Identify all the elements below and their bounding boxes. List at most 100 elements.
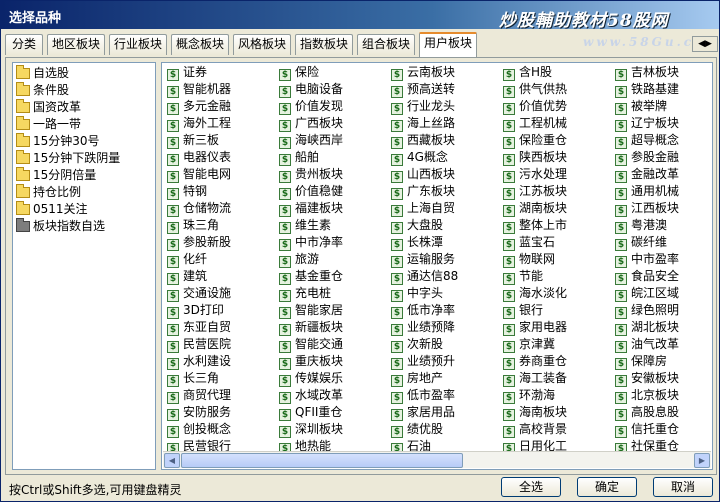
symbol-item[interactable]: $ 保障房	[615, 353, 667, 370]
tab-0[interactable]: 分类	[5, 34, 43, 55]
tree-node[interactable]: 一路一带	[16, 116, 81, 133]
symbol-item[interactable]: $ 低市净率	[391, 302, 455, 319]
symbol-item[interactable]: $ 价值发现	[279, 98, 343, 115]
symbol-item[interactable]: $ 水利建设	[167, 353, 231, 370]
symbol-item[interactable]: $ 皖江区域	[615, 285, 679, 302]
symbol-item[interactable]: $ 化纤	[167, 251, 207, 268]
symbol-item[interactable]: $ 交通设施	[167, 285, 231, 302]
symbol-item[interactable]: $ 价值优势	[503, 98, 567, 115]
symbol-item[interactable]: $ 预高送转	[391, 81, 455, 98]
symbol-item[interactable]: $ 智能交通	[279, 336, 343, 353]
symbol-item[interactable]: $ 陕西板块	[503, 149, 567, 166]
symbol-item[interactable]: $ 传媒娱乐	[279, 370, 343, 387]
symbol-item[interactable]: $ 智能电网	[167, 166, 231, 183]
symbol-item[interactable]: $ 贵州板块	[279, 166, 343, 183]
tree-node[interactable]: 15分钟下跌阴量	[16, 150, 120, 167]
symbol-item[interactable]: $ 安徽板块	[615, 370, 679, 387]
symbol-item[interactable]: $ 高校背景	[503, 421, 567, 438]
symbol-item[interactable]: $ 长株潭	[391, 234, 443, 251]
symbol-item[interactable]: $ 环渤海	[503, 387, 555, 404]
symbol-item[interactable]: $ 东亚自贸	[167, 319, 231, 336]
symbol-item[interactable]: $ 江西板块	[615, 200, 679, 217]
symbol-item[interactable]: $ 绿色照明	[615, 302, 679, 319]
symbol-item[interactable]: $ 粤港澳	[615, 217, 667, 234]
symbol-item[interactable]: $ 建筑	[167, 268, 207, 285]
symbol-item[interactable]: $ 海峡西岸	[279, 132, 343, 149]
symbol-item[interactable]: $ 重庆板块	[279, 353, 343, 370]
symbol-item[interactable]: $ 节能	[503, 268, 543, 285]
symbol-item[interactable]: $ 超导概念	[615, 132, 679, 149]
tab-2[interactable]: 行业板块	[109, 34, 167, 55]
scroll-thumb[interactable]	[181, 453, 463, 468]
tree-node[interactable]: 持仓比例	[16, 184, 81, 201]
tree-node[interactable]: 15分阴倍量	[16, 167, 96, 184]
symbol-item[interactable]: $ 物联网	[503, 251, 555, 268]
tab-7[interactable]: 用户板块	[419, 32, 477, 57]
symbol-item[interactable]: $ 京津冀	[503, 336, 555, 353]
symbol-item[interactable]: $ 食品安全	[615, 268, 679, 285]
symbol-item[interactable]: $ 中市盈率	[615, 251, 679, 268]
symbol-item[interactable]: $ 被举牌	[615, 98, 667, 115]
symbol-item[interactable]: $ 蓝宝石	[503, 234, 555, 251]
symbol-item[interactable]: $ 保险	[279, 64, 319, 81]
symbol-item[interactable]: $ 福建板块	[279, 200, 343, 217]
tree-node[interactable]: 条件股	[16, 82, 69, 99]
symbol-item[interactable]: $ 通用机械	[615, 183, 679, 200]
symbol-item[interactable]: $ 污水处理	[503, 166, 567, 183]
symbol-item[interactable]: $ 辽宁板块	[615, 115, 679, 132]
scroll-right-button[interactable]: ▶	[694, 453, 710, 468]
symbol-item[interactable]: $ 海南板块	[503, 404, 567, 421]
symbol-item[interactable]: $ 绩优股	[391, 421, 443, 438]
symbol-item[interactable]: $ 海上丝路	[391, 115, 455, 132]
symbol-item[interactable]: $ 价值稳健	[279, 183, 343, 200]
symbol-item[interactable]: $ 基金重仓	[279, 268, 343, 285]
symbol-item[interactable]: $ 北京板块	[615, 387, 679, 404]
symbol-item[interactable]: $ 水域改革	[279, 387, 343, 404]
symbol-item[interactable]: $ 券商重仓	[503, 353, 567, 370]
title-bar[interactable]: 选择品种 炒股輔助教材58股网	[1, 1, 719, 29]
symbol-item[interactable]: $ 整体上市	[503, 217, 567, 234]
symbol-item[interactable]: $ 证券	[167, 64, 207, 81]
symbol-item[interactable]: $ 旅游	[279, 251, 319, 268]
symbol-item[interactable]: $ 碳纤维	[615, 234, 667, 251]
symbol-item[interactable]: $ 新三板	[167, 132, 219, 149]
symbol-item[interactable]: $ 船舶	[279, 149, 319, 166]
symbol-item[interactable]: $ 江苏板块	[503, 183, 567, 200]
symbol-item[interactable]: $ 充电桩	[279, 285, 331, 302]
symbol-item[interactable]: $ 家居用品	[391, 404, 455, 421]
tab-scroll-arrows[interactable]: ◀▶	[692, 36, 718, 52]
symbol-item[interactable]: $ QFII重仓	[279, 404, 342, 421]
symbol-item[interactable]: $ 业绩预降	[391, 319, 455, 336]
tree-node[interactable]: 0511关注	[16, 201, 88, 218]
symbol-item[interactable]: $ 大盘股	[391, 217, 443, 234]
horizontal-scrollbar[interactable]: ◀ ▶	[163, 451, 711, 468]
symbol-item[interactable]: $ 供气供热	[503, 81, 567, 98]
symbol-item[interactable]: $3D打印	[167, 302, 224, 319]
symbol-item[interactable]: $ 云南板块	[391, 64, 455, 81]
symbol-item[interactable]: $ 金融改革	[615, 166, 679, 183]
symbol-item[interactable]: $ 仓储物流	[167, 200, 231, 217]
tree-node[interactable]: 15分钟30号	[16, 133, 100, 150]
symbol-item[interactable]: $ 智能机器	[167, 81, 231, 98]
symbol-item[interactable]: $ 海水淡化	[503, 285, 567, 302]
symbol-item[interactable]: $ 高股息股	[615, 404, 679, 421]
symbol-item[interactable]: $ 铁路基建	[615, 81, 679, 98]
symbol-item[interactable]: $ 商贸代理	[167, 387, 231, 404]
symbol-item[interactable]: $ 电器仪表	[167, 149, 231, 166]
cancel-button[interactable]: 取消	[653, 477, 713, 497]
symbol-item[interactable]: $ 上海自贸	[391, 200, 455, 217]
symbol-item[interactable]: $ 海外工程	[167, 115, 231, 132]
symbol-item[interactable]: $ 次新股	[391, 336, 443, 353]
symbol-item[interactable]: $ 广东板块	[391, 183, 455, 200]
scroll-left-button[interactable]: ◀	[164, 453, 180, 468]
symbol-item[interactable]: $ 维生素	[279, 217, 331, 234]
symbol-item[interactable]: $ 广西板块	[279, 115, 343, 132]
tree-node[interactable]: 自选股	[16, 65, 69, 82]
tab-1[interactable]: 地区板块	[47, 34, 105, 55]
symbol-item[interactable]: $ 吉林板块	[615, 64, 679, 81]
symbol-item[interactable]: $ 保险重仓	[503, 132, 567, 149]
symbol-item[interactable]: $ 珠三角	[167, 217, 219, 234]
symbol-item[interactable]: $ 中市净率	[279, 234, 343, 251]
symbol-item[interactable]: $ 湖北板块	[615, 319, 679, 336]
symbol-item[interactable]: $ 智能家居	[279, 302, 343, 319]
